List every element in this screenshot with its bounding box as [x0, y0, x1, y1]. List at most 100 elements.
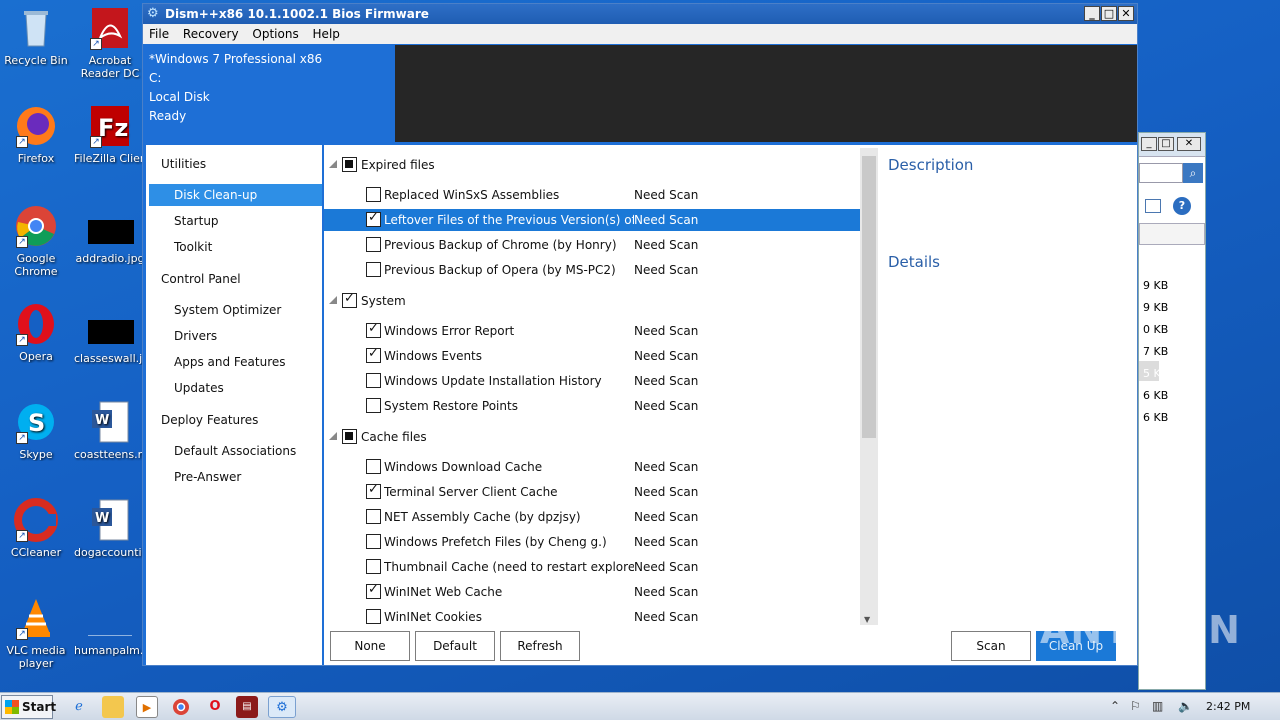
- cleanup-item[interactable]: NET Assembly Cache (by dpzjsy) Need Scan: [324, 506, 860, 528]
- group-cache-files[interactable]: Cache files: [324, 426, 860, 448]
- desktop-icon-dogaccounting[interactable]: W dogaccounti...: [74, 498, 146, 559]
- folder-icon[interactable]: [102, 696, 124, 718]
- nav-deploy-features[interactable]: Deploy Features: [161, 413, 258, 427]
- group-system[interactable]: System: [324, 290, 860, 312]
- cleanup-item[interactable]: Terminal Server Client Cache Need Scan: [324, 481, 860, 503]
- desktop-icon-filezilla[interactable]: Fz ↗ FileZilla Client: [74, 104, 146, 165]
- group-checkbox[interactable]: [342, 157, 357, 172]
- nav-control-panel[interactable]: Control Panel: [161, 272, 241, 286]
- dism-taskbar-icon[interactable]: ⚙: [268, 696, 296, 718]
- cleanup-item[interactable]: Windows Download Cache Need Scan: [324, 456, 860, 478]
- cleanup-item[interactable]: WinINet Cookies Need Scan: [324, 606, 860, 625]
- cleanup-item-selected[interactable]: Leftover Files of the Previous Version(s…: [324, 209, 860, 231]
- item-checkbox[interactable]: [366, 609, 381, 624]
- cleanup-item[interactable]: Previous Backup of Opera (by MS-PC2) Nee…: [324, 259, 860, 281]
- opera-taskbar-icon[interactable]: O: [204, 696, 226, 718]
- winrar-icon[interactable]: ▤: [236, 696, 258, 718]
- cleanup-item[interactable]: Windows Events Need Scan: [324, 345, 860, 367]
- desktop-icon-coastteens[interactable]: W coastteens.rtf: [74, 400, 146, 461]
- minimize-button[interactable]: _: [1084, 6, 1100, 21]
- nav-apps-features[interactable]: Apps and Features: [174, 355, 286, 369]
- desktop-icon-vlc[interactable]: ↗ VLC media player: [0, 596, 72, 670]
- refresh-button[interactable]: Refresh: [500, 631, 580, 661]
- maximize-button[interactable]: □: [1101, 6, 1117, 21]
- volume-icon[interactable]: 🔈: [1178, 699, 1193, 713]
- collapse-triangle-icon[interactable]: [329, 296, 337, 304]
- desktop-icon-ccleaner[interactable]: ↗ CCleaner: [0, 498, 72, 559]
- scrollbar-thumb[interactable]: [862, 156, 876, 438]
- flag-icon[interactable]: ⚐: [1130, 699, 1141, 713]
- nav-startup[interactable]: Startup: [174, 214, 219, 228]
- internet-explorer-icon[interactable]: ℯ: [68, 696, 90, 718]
- desktop-icon-acrobat[interactable]: ↗ Acrobat Reader DC: [74, 6, 146, 80]
- group-checkbox[interactable]: [342, 429, 357, 444]
- cleanup-item[interactable]: WinINet Web Cache Need Scan: [324, 581, 860, 603]
- collapse-triangle-icon[interactable]: [329, 160, 337, 168]
- item-checkbox[interactable]: [366, 321, 381, 338]
- item-checkbox[interactable]: [366, 398, 381, 413]
- nav-toolkit[interactable]: Toolkit: [174, 240, 212, 254]
- minimize-icon[interactable]: _: [1141, 137, 1157, 151]
- desktop-icon-opera[interactable]: ↗ Opera: [0, 302, 72, 363]
- cleanup-item[interactable]: System Restore Points Need Scan: [324, 395, 860, 417]
- media-player-icon[interactable]: ▶: [136, 696, 158, 718]
- item-checkbox[interactable]: [366, 582, 381, 599]
- search-icon[interactable]: ⌕: [1183, 163, 1203, 183]
- nav-default-associations[interactable]: Default Associations: [174, 444, 296, 458]
- menu-options[interactable]: Options: [252, 27, 298, 41]
- item-checkbox[interactable]: [366, 187, 381, 202]
- start-button[interactable]: Start: [1, 695, 56, 719]
- cleanup-item[interactable]: Windows Update Installation History Need…: [324, 370, 860, 392]
- network-icon[interactable]: ▥: [1152, 699, 1163, 713]
- close-icon[interactable]: ✕: [1177, 137, 1201, 151]
- item-checkbox[interactable]: [366, 459, 381, 474]
- search-input[interactable]: [1139, 163, 1183, 183]
- cleanup-item[interactable]: Windows Prefetch Files (by Cheng g.) Nee…: [324, 531, 860, 553]
- nav-utilities[interactable]: Utilities: [161, 157, 206, 171]
- none-button[interactable]: None: [330, 631, 410, 661]
- cleanup-item[interactable]: Previous Backup of Chrome (by Honry) Nee…: [324, 234, 860, 256]
- desktop-icon-recycle-bin[interactable]: Recycle Bin: [0, 6, 72, 67]
- desktop-icon-humanpalm[interactable]: humanpalm...: [74, 608, 146, 657]
- column-header[interactable]: [1139, 223, 1205, 245]
- chrome-taskbar-icon[interactable]: [170, 696, 192, 718]
- cleanup-item[interactable]: Windows Error Report Need Scan: [324, 320, 860, 342]
- desktop-icon-firefox[interactable]: ↗ Firefox: [0, 104, 72, 165]
- item-checkbox[interactable]: [366, 237, 381, 252]
- item-checkbox[interactable]: [366, 210, 381, 227]
- help-icon[interactable]: ?: [1173, 197, 1191, 215]
- group-expired-files[interactable]: Expired files: [324, 154, 860, 176]
- item-checkbox[interactable]: [366, 482, 381, 499]
- list-scrollbar[interactable]: ▼: [860, 148, 878, 626]
- close-button[interactable]: ✕: [1118, 6, 1134, 21]
- cleanup-item[interactable]: Thumbnail Cache (need to restart explore…: [324, 556, 860, 578]
- background-window-titlebar[interactable]: _ □ ✕: [1139, 133, 1205, 157]
- cleanup-item[interactable]: Replaced WinSxS Assemblies Need Scan: [324, 184, 860, 206]
- desktop-icon-chrome[interactable]: ↗ Google Chrome: [0, 204, 72, 278]
- nav-updates[interactable]: Updates: [174, 381, 224, 395]
- nav-pre-answer[interactable]: Pre-Answer: [174, 470, 241, 484]
- scroll-down-icon[interactable]: ▼: [864, 615, 870, 624]
- pane-icon[interactable]: [1145, 199, 1161, 213]
- menu-recovery[interactable]: Recovery: [183, 27, 239, 41]
- dism-window[interactable]: ⚙ Dism++x86 10.1.1002.1 Bios Firmware _ …: [142, 3, 1138, 666]
- nav-drivers[interactable]: Drivers: [174, 329, 217, 343]
- menu-file[interactable]: File: [149, 27, 169, 41]
- nav-system-optimizer[interactable]: System Optimizer: [174, 303, 281, 317]
- desktop-icon-addradio[interactable]: addradio.jpg: [74, 220, 146, 265]
- item-checkbox[interactable]: [366, 509, 381, 524]
- window-titlebar[interactable]: ⚙ Dism++x86 10.1.1002.1 Bios Firmware _ …: [143, 4, 1137, 24]
- menu-help[interactable]: Help: [313, 27, 340, 41]
- desktop-icon-skype[interactable]: S ↗ Skype: [0, 400, 72, 461]
- scan-button[interactable]: Scan: [951, 631, 1031, 661]
- item-checkbox[interactable]: [366, 534, 381, 549]
- item-checkbox[interactable]: [366, 346, 381, 363]
- item-checkbox[interactable]: [366, 559, 381, 574]
- nav-disk-cleanup[interactable]: Disk Clean-up: [174, 188, 257, 202]
- tray-expand-icon[interactable]: ⌃: [1110, 699, 1120, 713]
- desktop-icon-classeswall[interactable]: classeswall.jpg: [74, 320, 146, 365]
- session-info[interactable]: *Windows 7 Professional x86 C: Local Dis…: [143, 45, 395, 142]
- group-checkbox[interactable]: [342, 291, 357, 308]
- item-checkbox[interactable]: [366, 262, 381, 277]
- item-checkbox[interactable]: [366, 373, 381, 388]
